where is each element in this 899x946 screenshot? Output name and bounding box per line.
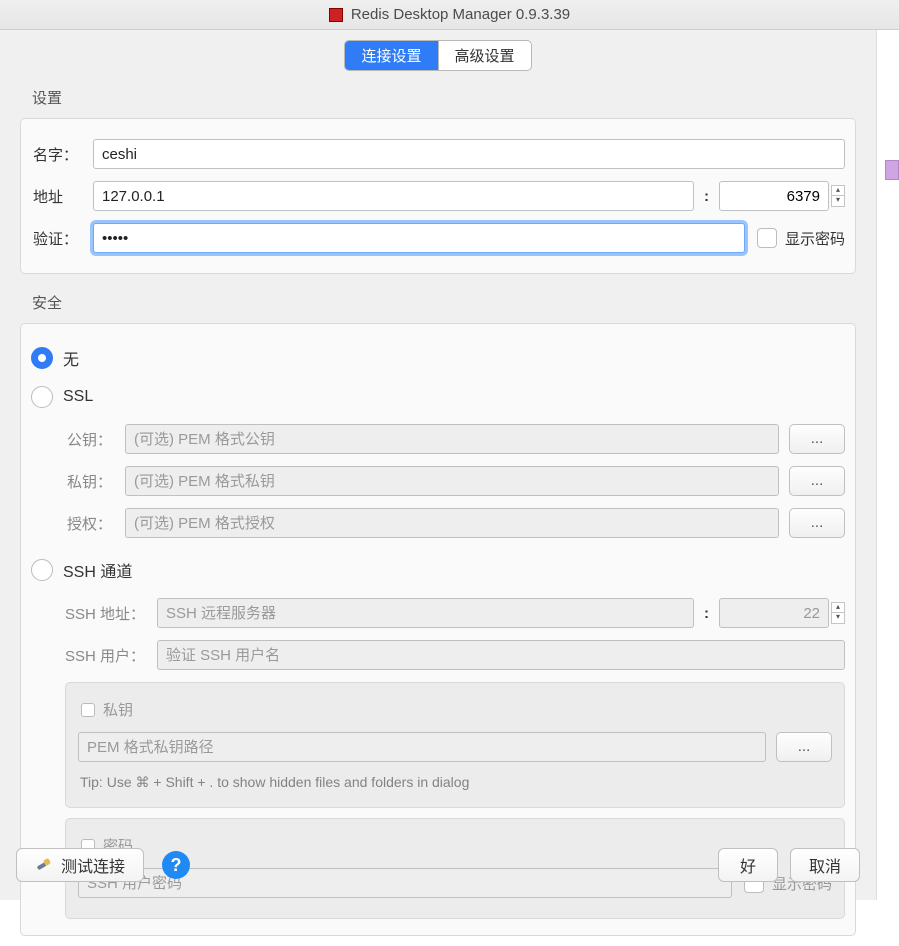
security-ssl-label: SSL (63, 388, 93, 406)
security-none-label: 无 (63, 346, 79, 370)
dialog-footer: 测试连接 ? 好 取消 (0, 836, 876, 900)
ssh-port-stepper: ▴▾ (831, 602, 845, 624)
ssh-hidden-files-tip: Tip: Use ⌘ + Shift + . to show hidden fi… (78, 768, 832, 793)
security-ssl-radio[interactable] (31, 386, 53, 408)
auth-label: 验证： (31, 228, 93, 249)
ok-button[interactable]: 好 (718, 848, 778, 882)
tab-switcher: 连接设置 高级设置 (344, 40, 531, 71)
ssh-port-input (719, 598, 829, 628)
port-input[interactable] (719, 181, 829, 211)
ssh-private-key-checkbox[interactable] (81, 703, 95, 717)
ssl-authority-input (125, 508, 779, 538)
ssh-private-key-path-input (78, 732, 766, 762)
ssh-address-label: SSH 地址： (65, 603, 157, 624)
ssh-private-key-panel: 私钥 ... Tip: Use ⌘ + Shift + . to show hi… (65, 682, 845, 808)
dialog-window: 连接设置 高级设置 设置 名字： 地址 : ▴▾ 验证： (0, 30, 877, 900)
app-icon (329, 8, 343, 22)
address-input[interactable] (93, 181, 694, 211)
settings-section-title: 设置 (32, 87, 856, 108)
auth-password-input[interactable] (93, 223, 745, 253)
help-button[interactable]: ? (162, 851, 190, 879)
show-password-checkbox[interactable] (757, 228, 777, 248)
ssl-private-key-label: 私钥： (65, 471, 125, 492)
test-connection-label: 测试连接 (61, 853, 125, 877)
background-window-edge (885, 160, 899, 180)
ssl-authority-label: 授权： (65, 513, 125, 534)
ssl-sub-block: 公钥： ... 私钥： ... 授权： ... (31, 418, 845, 544)
tabs-row: 连接设置 高级设置 (0, 30, 876, 71)
ssl-private-key-browse-button[interactable]: ... (789, 466, 845, 496)
show-password-label: 显示密码 (785, 228, 845, 249)
window-title: Redis Desktop Manager 0.9.3.39 (351, 6, 570, 23)
port-stepper[interactable]: ▴▾ (831, 185, 845, 207)
ssh-user-label: SSH 用户： (65, 645, 157, 666)
security-none-radio[interactable] (31, 347, 53, 369)
ssl-public-key-input (125, 424, 779, 454)
security-ssh-label: SSH 通道 (63, 558, 132, 582)
ssh-user-input (157, 640, 845, 670)
test-connection-button[interactable]: 测试连接 (16, 848, 144, 882)
security-section-title: 安全 (32, 292, 856, 313)
ssh-address-input (157, 598, 694, 628)
name-input[interactable] (93, 139, 845, 169)
ssl-authority-browse-button[interactable]: ... (789, 508, 845, 538)
title-bar: Redis Desktop Manager 0.9.3.39 (0, 0, 899, 30)
ssl-public-key-browse-button[interactable]: ... (789, 424, 845, 454)
plug-icon (35, 856, 53, 874)
ssl-private-key-input (125, 466, 779, 496)
name-label: 名字： (31, 144, 93, 165)
address-port-separator: : (694, 188, 719, 205)
ssh-private-key-check-label: 私钥 (103, 699, 133, 720)
tab-advanced-settings[interactable]: 高级设置 (438, 41, 531, 70)
ssl-public-key-label: 公钥： (65, 429, 125, 450)
tab-connection-settings[interactable]: 连接设置 (345, 41, 437, 70)
security-ssh-radio[interactable] (31, 559, 53, 581)
ssh-private-key-browse-button[interactable]: ... (776, 732, 832, 762)
connection-settings-group: 名字： 地址 : ▴▾ 验证： 显示密码 (20, 118, 856, 274)
address-label: 地址 (31, 186, 93, 207)
cancel-button[interactable]: 取消 (790, 848, 860, 882)
ssh-address-port-separator: : (694, 605, 719, 622)
ssh-sub-block: SSH 地址： : ▴▾ SSH 用户： (31, 592, 845, 676)
